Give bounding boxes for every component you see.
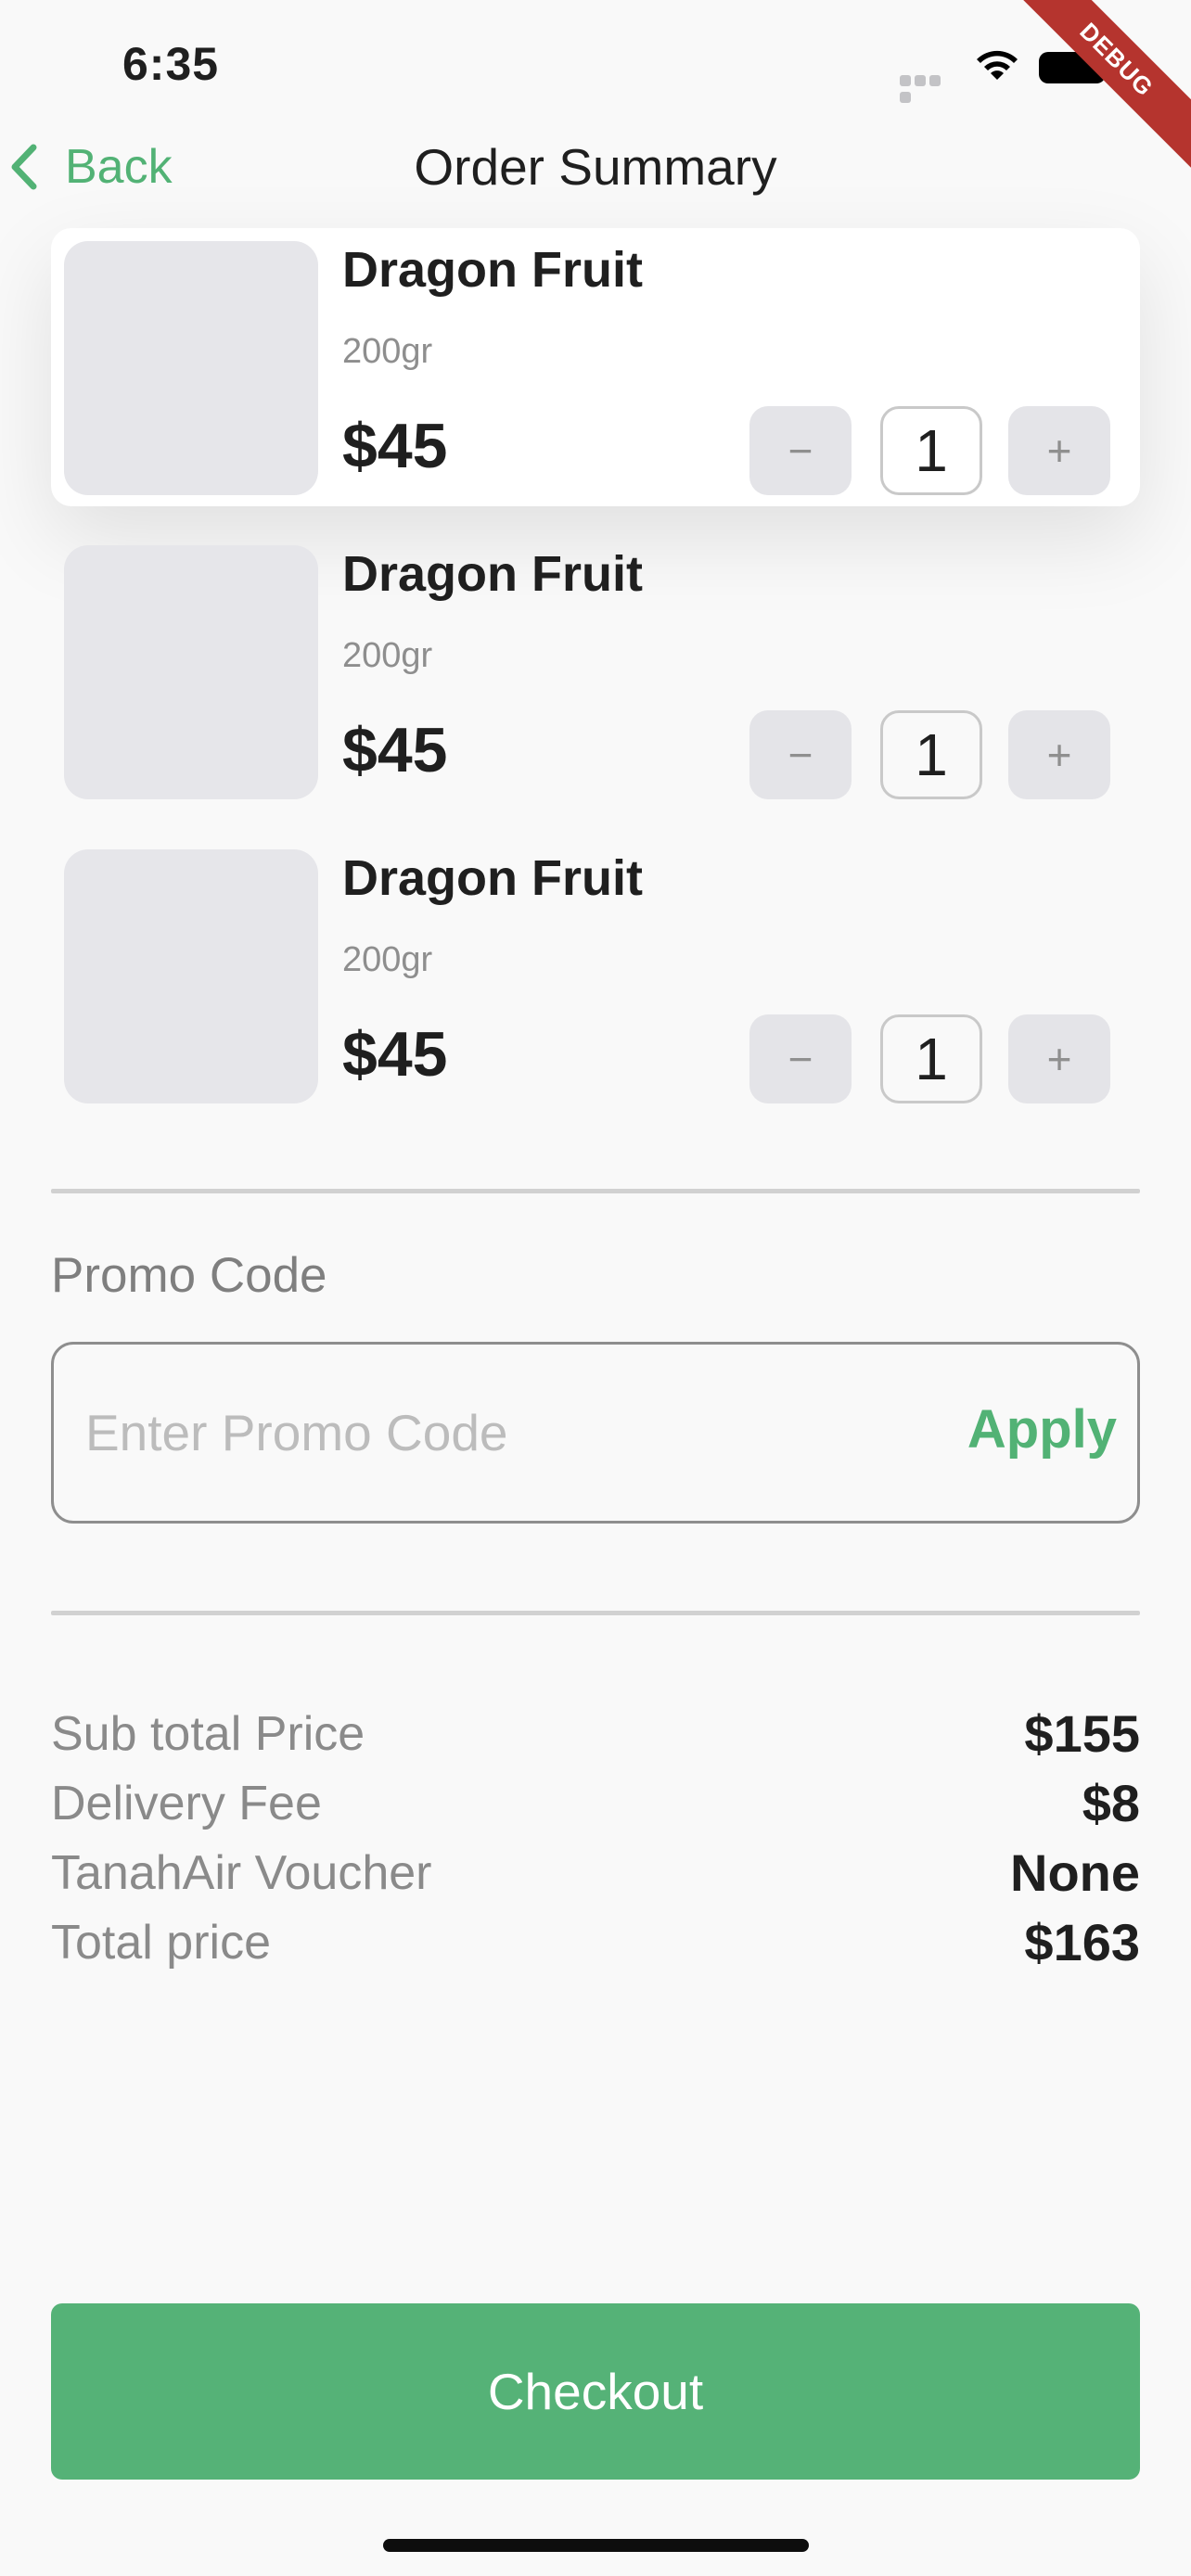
home-indicator [383,2539,809,2552]
product-weight: 200gr [342,636,433,675]
wifi-icon [977,50,1018,80]
decrease-quantity-button[interactable]: − [749,406,852,495]
product-price: $45 [342,1019,448,1090]
product-price: $45 [342,411,448,481]
quantity-field[interactable]: 1 [880,710,982,799]
summary-value: $163 [1024,1913,1140,1971]
price-summary: Sub total Price $155 Delivery Fee $8 Tan… [51,1699,1140,1977]
product-price: $45 [342,715,448,785]
summary-value: $8 [1082,1774,1140,1832]
product-name: Dragon Fruit [342,850,643,906]
summary-label: TanahAir Voucher [51,1845,432,1900]
decrease-quantity-button[interactable]: − [749,1014,852,1103]
summary-label: Sub total Price [51,1706,365,1761]
summary-row-voucher: TanahAir Voucher None [51,1838,1140,1907]
promo-code-field: Apply [51,1342,1140,1524]
status-bar: 6:35 [0,0,1191,139]
summary-row-subtotal: Sub total Price $155 [51,1699,1140,1768]
product-image [64,849,318,1103]
product-name: Dragon Fruit [342,242,643,298]
summary-label: Delivery Fee [51,1776,322,1830]
summary-value: None [1010,1843,1140,1902]
promo-code-input[interactable] [85,1345,920,1521]
nav-bar: Back Order Summary [0,130,1191,204]
summary-value: $155 [1024,1704,1140,1763]
increase-quantity-button[interactable]: + [1008,406,1110,495]
page-title: Order Summary [414,138,777,196]
summary-label: Total price [51,1915,271,1970]
divider [51,1189,1140,1193]
increase-quantity-button[interactable]: + [1008,710,1110,799]
product-weight: 200gr [342,940,433,979]
checkout-button[interactable]: Checkout [51,2303,1140,2480]
increase-quantity-button[interactable]: + [1008,1014,1110,1103]
cellular-signal-icon [900,74,957,103]
quantity-field[interactable]: 1 [880,1014,982,1103]
status-time: 6:35 [122,38,220,90]
divider [51,1611,1140,1615]
decrease-quantity-button[interactable]: − [749,710,852,799]
summary-row-delivery-fee: Delivery Fee $8 [51,1768,1140,1838]
apply-button[interactable]: Apply [967,1398,1117,1460]
product-image [64,545,318,799]
product-name: Dragon Fruit [342,546,643,602]
product-image [64,241,318,495]
cart-item: Dragon Fruit 200gr $45 − 1 + [51,836,1140,1115]
promo-code-label: Promo Code [51,1248,327,1303]
cart-item: Dragon Fruit 200gr $45 − 1 + [51,228,1140,506]
product-weight: 200gr [342,332,433,371]
quantity-field[interactable]: 1 [880,406,982,495]
cart-item: Dragon Fruit 200gr $45 − 1 + [51,532,1140,810]
summary-row-total: Total price $163 [51,1907,1140,1977]
